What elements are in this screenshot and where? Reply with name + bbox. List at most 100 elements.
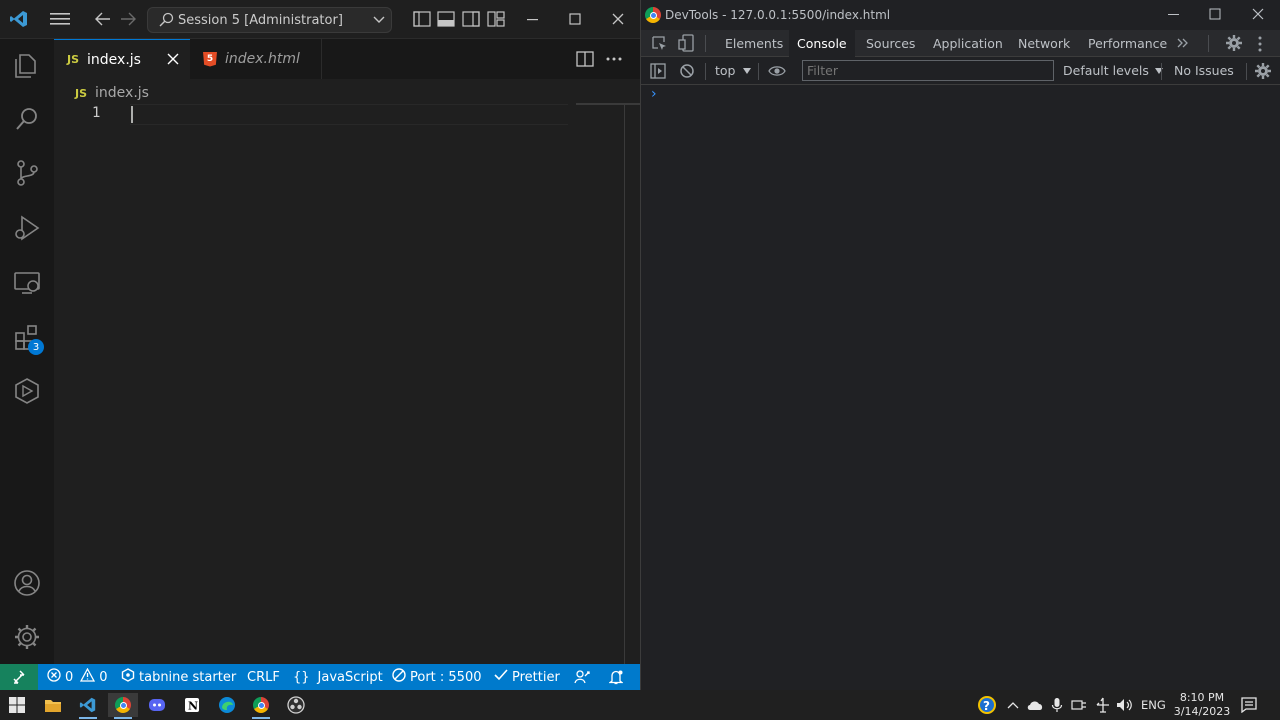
search-sidebar-icon[interactable] <box>0 95 54 143</box>
tab-index-html[interactable]: 5 index.html <box>190 39 322 79</box>
input-language[interactable]: ENG <box>1141 698 1166 712</box>
explorer-icon[interactable] <box>0 41 54 89</box>
chrome-taskbar-icon-2[interactable] <box>246 693 276 719</box>
prettier-indicator[interactable]: Prettier <box>494 664 560 690</box>
breadcrumb-file[interactable]: index.js <box>95 85 149 101</box>
minimize-icon[interactable] <box>1168 8 1180 23</box>
tab-console[interactable]: Console <box>789 30 855 57</box>
maximize-icon[interactable] <box>1209 8 1221 23</box>
problems-indicator[interactable]: 0 0 <box>47 664 108 690</box>
edge-icon[interactable] <box>212 693 242 717</box>
split-editor-icon[interactable] <box>574 48 596 70</box>
tab-network[interactable]: Network <box>1010 30 1078 57</box>
more-tabs-icon[interactable] <box>1177 37 1189 52</box>
close-window-icon[interactable] <box>607 8 629 30</box>
tab-sources[interactable]: Sources <box>858 30 923 57</box>
tab-divider <box>1161 63 1162 80</box>
braces-icon: {} <box>293 669 310 685</box>
chrome-logo-icon <box>645 7 661 23</box>
devtools-settings-gear-icon[interactable] <box>1226 35 1242 54</box>
scrollbar-track[interactable] <box>624 103 625 664</box>
breadcrumb[interactable]: JS index.js <box>75 83 149 103</box>
minimize-icon[interactable] <box>522 8 544 30</box>
feedback-icon[interactable] <box>574 664 590 690</box>
clock-time: 8:10 PM <box>1179 691 1225 704</box>
notion-icon[interactable]: N <box>177 693 207 717</box>
devtools-tabs: Elements Console Sources Application Net… <box>641 30 1280 57</box>
warning-icon <box>80 667 96 686</box>
console-settings-gear-icon[interactable] <box>1255 63 1271 82</box>
console-output[interactable]: › <box>641 85 1280 690</box>
chrome-taskbar-icon[interactable] <box>108 693 138 719</box>
notifications-bell-icon[interactable] <box>609 664 623 690</box>
tab-divider <box>1246 63 1247 80</box>
warning-count: 0 <box>99 669 108 685</box>
device-toolbar-icon[interactable] <box>678 34 694 55</box>
tab-divider <box>758 63 759 80</box>
remote-indicator[interactable] <box>0 664 38 690</box>
volume-icon[interactable] <box>1110 693 1140 717</box>
forward-arrow-icon[interactable] <box>117 8 139 30</box>
menu-icon[interactable] <box>49 8 71 30</box>
command-center[interactable]: Session 5 [Administrator] <box>147 7 392 33</box>
tab-performance[interactable]: Performance <box>1080 30 1175 57</box>
tabnine-label: tabnine starter <box>139 669 237 685</box>
js-file-icon: JS <box>67 53 80 66</box>
package-icon[interactable] <box>0 367 54 415</box>
tabnine-indicator[interactable]: tabnine starter <box>121 664 236 690</box>
remote-explorer-icon[interactable] <box>0 259 54 307</box>
tab-index-js[interactable]: JS index.js <box>54 39 190 79</box>
log-levels-dropdown[interactable]: Default levels <box>1063 63 1163 78</box>
toggle-sidebar-icon[interactable] <box>411 8 433 30</box>
eol-indicator[interactable]: CRLF <box>247 664 280 690</box>
run-debug-icon[interactable] <box>0 204 54 252</box>
console-prompt: › <box>651 86 657 102</box>
dropdown-arrow-icon <box>743 67 752 74</box>
vscode-window: Session 5 [Administrator] 3 JS index.js … <box>0 0 640 690</box>
html5-file-icon: 5 <box>203 51 217 67</box>
obs-icon[interactable] <box>281 693 311 717</box>
toggle-panel-icon[interactable] <box>435 8 457 30</box>
svg-text:N: N <box>188 700 198 713</box>
file-explorer-icon[interactable] <box>38 693 68 717</box>
tabnine-icon <box>121 668 135 686</box>
vscode-taskbar-icon[interactable] <box>73 693 103 719</box>
close-window-icon[interactable] <box>1252 8 1264 23</box>
console-filter-input[interactable] <box>802 60 1054 81</box>
issues-button[interactable]: No Issues <box>1174 63 1234 78</box>
windows-start-icon[interactable] <box>2 693 32 717</box>
tab-application[interactable]: Application <box>925 30 1011 57</box>
svg-text:?: ? <box>983 699 990 713</box>
customize-layout-icon[interactable] <box>485 8 507 30</box>
settings-gear-icon[interactable] <box>0 613 54 661</box>
live-expression-eye-icon[interactable] <box>768 64 786 81</box>
back-arrow-icon[interactable] <box>92 8 114 30</box>
clear-console-icon[interactable] <box>679 63 695 82</box>
close-tab-icon[interactable] <box>167 53 179 69</box>
live-server-port[interactable]: Port : 5500 <box>392 664 482 690</box>
clock[interactable]: 8:10 PM 3/14/2023 <box>1172 690 1232 720</box>
accounts-icon[interactable] <box>0 559 54 607</box>
activity-bar: 3 <box>0 39 54 664</box>
console-toolbar: top Default levels No Issues <box>641 57 1280 85</box>
show-sidebar-icon[interactable] <box>650 63 666 82</box>
devtools-title: DevTools - 127.0.0.1:5500/index.html <box>665 8 891 22</box>
status-bar: 0 0 tabnine starter CRLF {} JavaScript P… <box>0 664 640 690</box>
maximize-icon[interactable] <box>564 8 586 30</box>
context-selector[interactable]: top <box>715 63 752 78</box>
discord-icon[interactable] <box>142 693 172 717</box>
editor-area[interactable]: JS index.js 1 <box>54 79 640 664</box>
clock-date: 3/14/2023 <box>1173 705 1231 718</box>
language-mode[interactable]: {} JavaScript <box>293 664 383 690</box>
source-control-icon[interactable] <box>0 149 54 197</box>
more-actions-icon[interactable] <box>603 48 625 70</box>
minimap-slider[interactable] <box>576 103 640 105</box>
line-number: 1 <box>92 105 101 121</box>
inspect-element-icon[interactable] <box>651 35 667 54</box>
tab-elements[interactable]: Elements <box>717 30 791 57</box>
notification-center-icon[interactable] <box>1234 693 1264 717</box>
toggle-secondary-sidebar-icon[interactable] <box>460 8 482 30</box>
text-cursor <box>131 106 133 123</box>
more-options-icon[interactable] <box>1258 36 1262 55</box>
extensions-icon[interactable]: 3 <box>0 313 54 361</box>
